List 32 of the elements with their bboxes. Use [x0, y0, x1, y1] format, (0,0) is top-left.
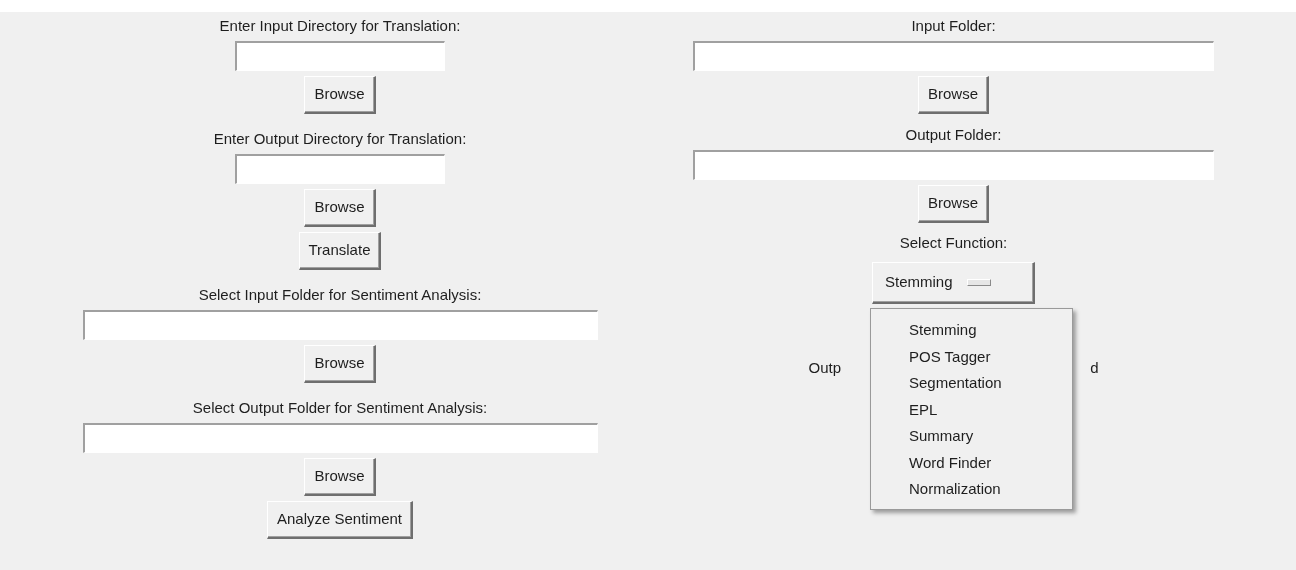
menu-item[interactable]: Stemming	[871, 317, 1072, 344]
menu-item[interactable]: Summary	[871, 423, 1072, 450]
menu-item[interactable]: Word Finder	[871, 449, 1072, 476]
field-label: Input Folder:	[911, 16, 996, 36]
field-label: Output Folder:	[905, 125, 1002, 145]
text-field[interactable]	[82, 423, 598, 453]
field-label: Enter Input Directory for Translation:	[219, 16, 461, 36]
menu-item[interactable]: POS Tagger	[871, 343, 1072, 370]
browse-button[interactable]: Browse	[304, 458, 376, 496]
option-menu[interactable]: Stemming	[872, 262, 1035, 304]
browse-button[interactable]: Browse	[304, 345, 376, 383]
browse-button[interactable]: Browse	[918, 185, 989, 223]
field-label: Enter Output Directory for Translation:	[213, 129, 467, 149]
browse-button[interactable]: Browse	[304, 76, 376, 114]
translate-button[interactable]: Translate	[298, 232, 382, 270]
text-field[interactable]	[235, 154, 445, 184]
menu-item[interactable]: Segmentation	[871, 370, 1072, 397]
field-label: Select Function:	[899, 233, 1008, 253]
browse-button[interactable]: Browse	[918, 76, 989, 114]
text-field[interactable]	[235, 41, 445, 71]
browse-button[interactable]: Browse	[304, 189, 376, 227]
analyze-button[interactable]: Analyze Sentiment	[266, 501, 414, 539]
text-field[interactable]	[693, 41, 1214, 71]
label-fragment: Outp	[808, 358, 842, 378]
label-fragment: d	[1090, 358, 1099, 378]
menu-item[interactable]: EPL	[871, 396, 1072, 423]
menu-item[interactable]: Normalization	[871, 476, 1072, 503]
field-label: Select Input Folder for Sentiment Analysis:	[198, 285, 482, 305]
field-label: Select Output Folder for Sentiment Analysis:	[192, 398, 488, 418]
text-field[interactable]	[693, 150, 1214, 180]
text-field[interactable]	[82, 310, 598, 340]
dropdown-indicator-icon	[966, 279, 991, 286]
